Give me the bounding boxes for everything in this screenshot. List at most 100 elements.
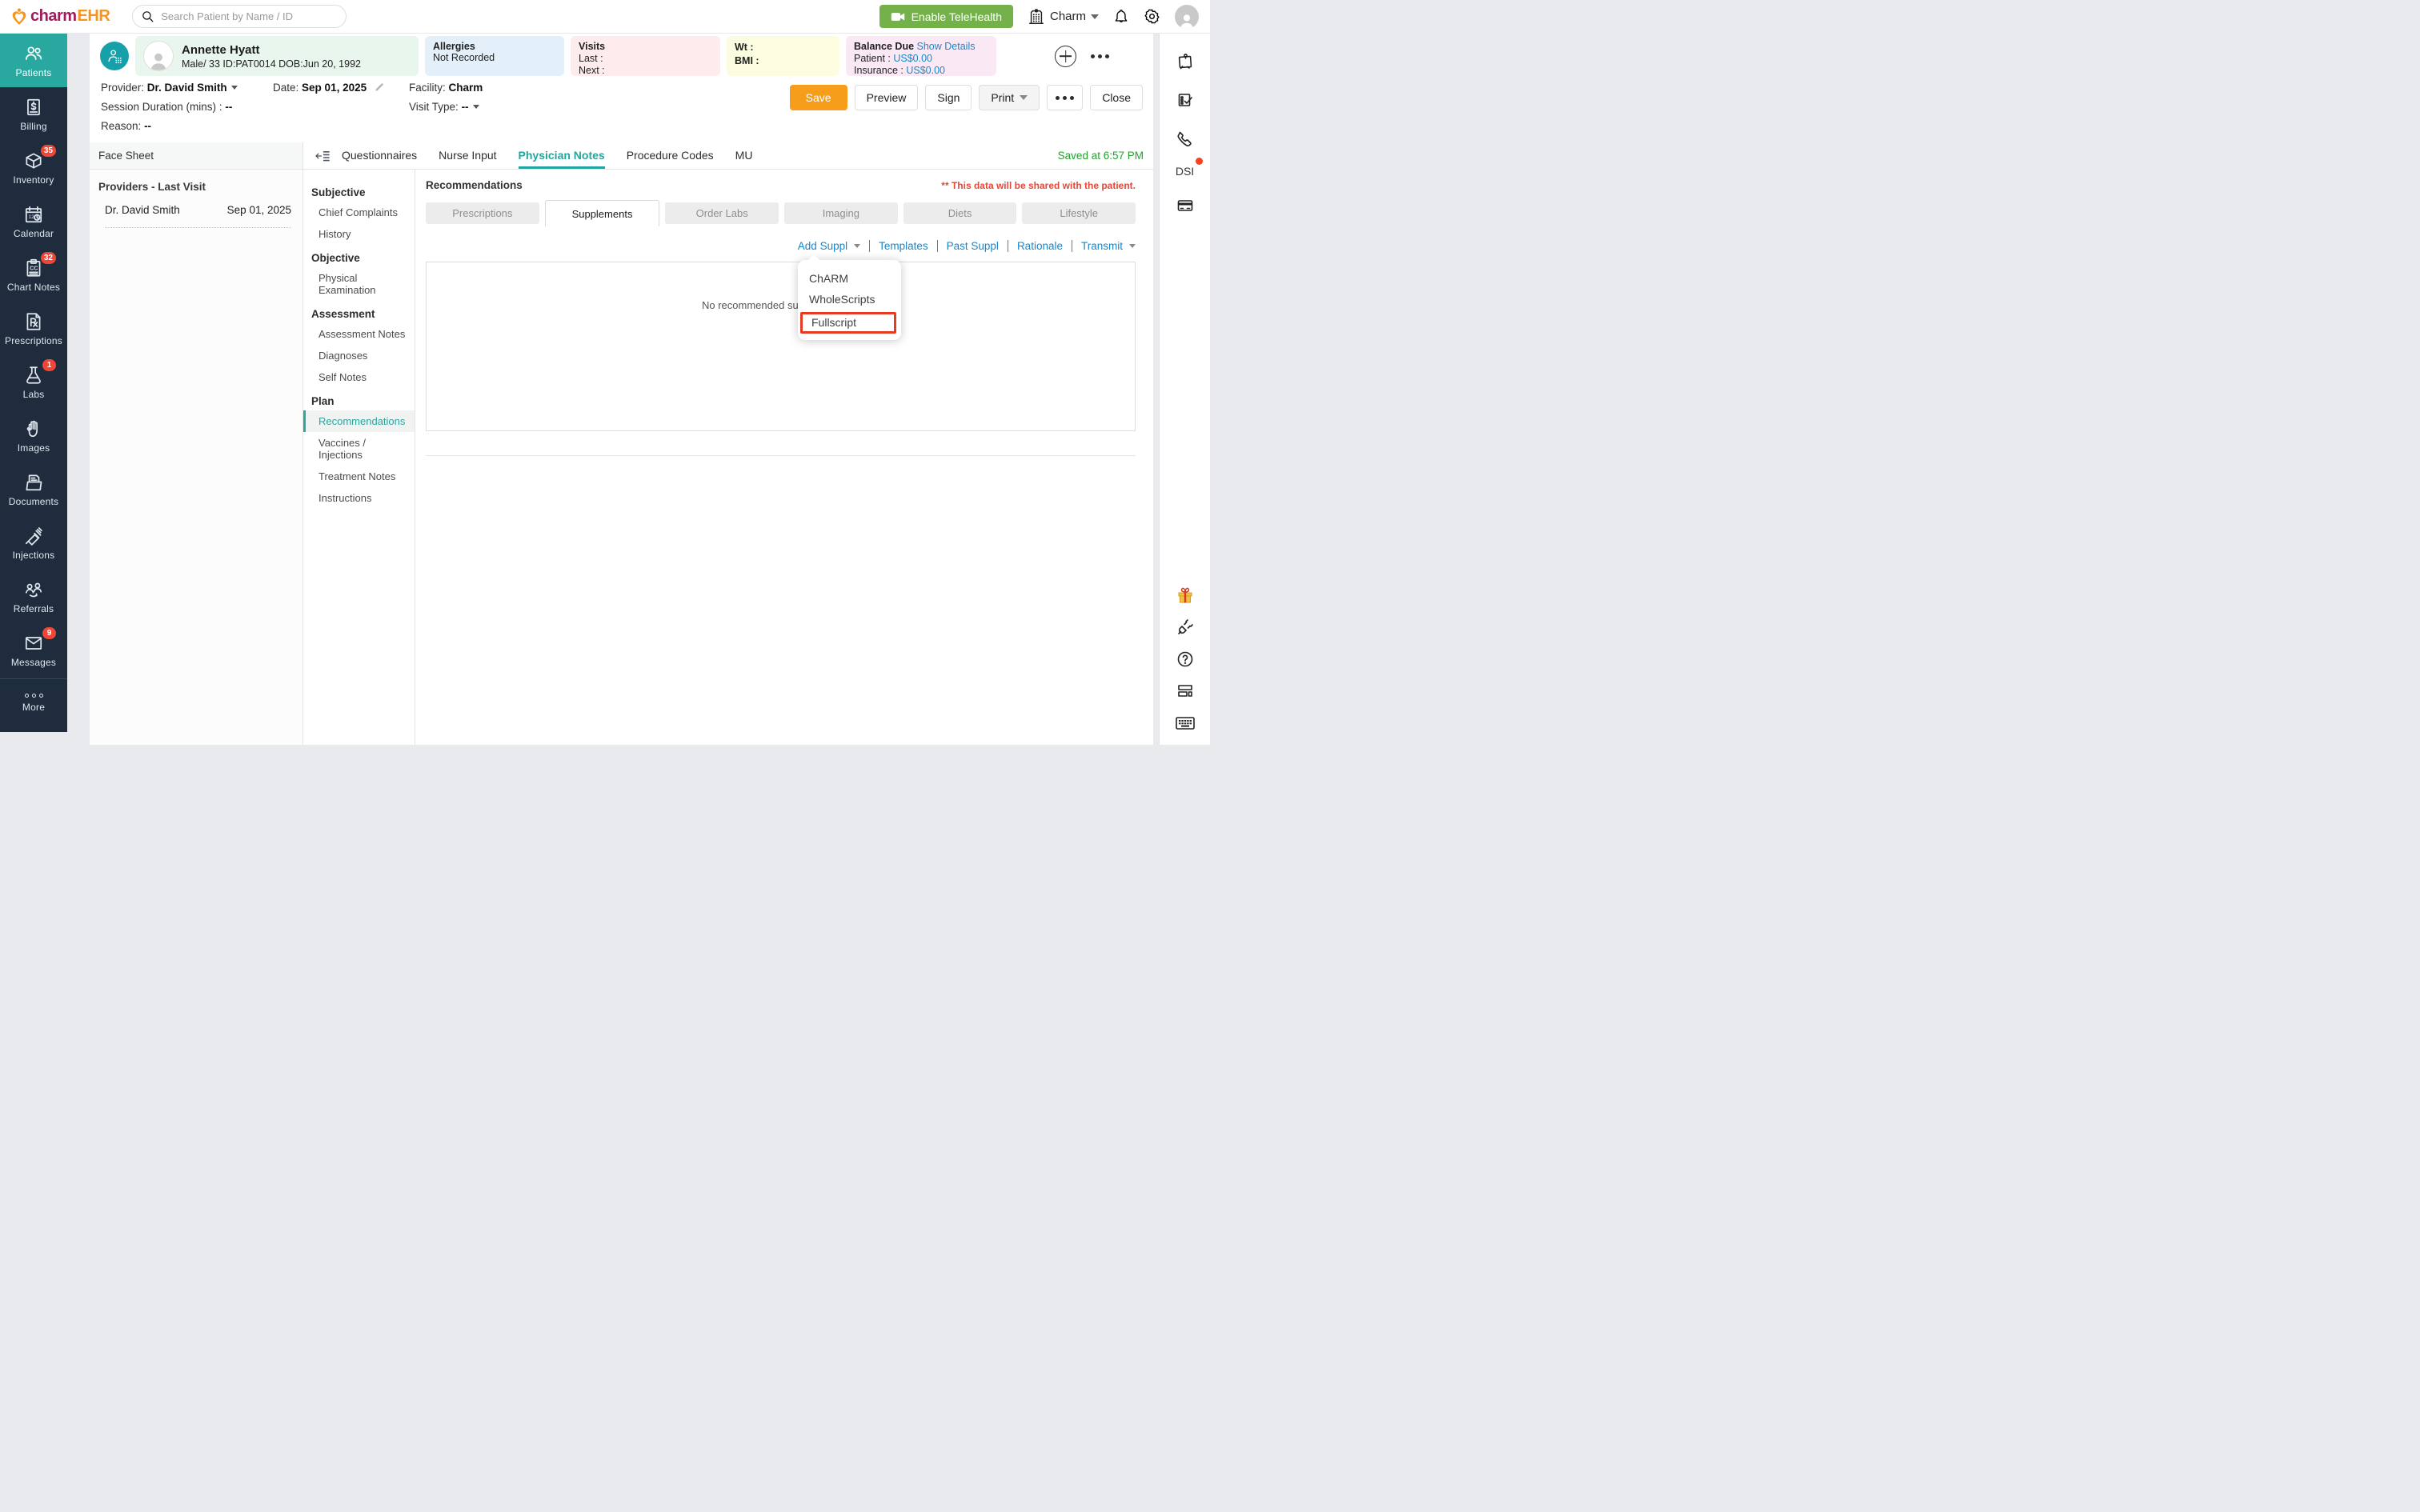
tasks-checklist-icon[interactable] (1175, 90, 1196, 110)
charm-ehr-app: charm EHR Enable TeleHealth (0, 0, 1210, 756)
facility-switcher[interactable]: Charm (1028, 8, 1099, 26)
rewards-gift-icon[interactable] (1175, 585, 1196, 606)
balance-card[interactable]: Balance Due Show Details Patient : US$0.… (846, 36, 996, 76)
preview-button[interactable]: Preview (855, 85, 919, 110)
layout-panels-icon[interactable] (1175, 681, 1196, 702)
subtab-order-labs[interactable]: Order Labs (665, 202, 779, 224)
encounter-actions: Save Preview Sign Print Close (790, 85, 1143, 110)
templates-link[interactable]: Templates (869, 240, 937, 252)
user-avatar[interactable] (1175, 5, 1199, 29)
subtab-prescriptions[interactable]: Prescriptions (426, 202, 539, 224)
collapse-panel-icon[interactable] (315, 142, 331, 169)
tab-nurse-input[interactable]: Nurse Input (439, 142, 496, 169)
tab-procedure-codes[interactable]: Procedure Codes (627, 142, 714, 169)
sidebar-item-inventory[interactable]: 35 Inventory (0, 141, 67, 194)
xray-hand-icon (23, 418, 44, 439)
main-panel: Annette Hyatt Male/ 33 ID:PAT0014 DOB:Ju… (90, 34, 1153, 745)
add-suppl-dropdown: ChARM WholeScripts Fullscript (798, 260, 901, 340)
provider-field[interactable]: Provider: Dr. David Smith (101, 82, 273, 99)
empty-state-text: No recommended su (702, 299, 799, 311)
nav-item-treatment-notes[interactable]: Treatment Notes (303, 466, 415, 487)
sidebar-item-messages[interactable]: 9 Messages (0, 623, 67, 677)
allergies-card[interactable]: Allergies Not Recorded (425, 36, 564, 76)
visits-last: Last : (579, 53, 712, 65)
section-assessment: Assessment (311, 308, 415, 320)
transmit-link[interactable]: Transmit (1072, 240, 1136, 252)
sidebar-item-documents[interactable]: Documents (0, 462, 67, 516)
sidebar-item-prescriptions[interactable]: Prescriptions (0, 302, 67, 355)
subtab-diets[interactable]: Diets (903, 202, 1017, 224)
quick-add-button[interactable] (1055, 46, 1076, 67)
tab-questionnaires[interactable]: Questionnaires (342, 142, 417, 169)
dropdown-item-wholescripts[interactable]: WholeScripts (798, 289, 901, 310)
date-field[interactable]: Date: Sep 01, 2025 (273, 82, 409, 99)
notifications-bell-icon[interactable] (1113, 8, 1129, 26)
section-plan: Plan (311, 395, 415, 407)
referrals-icon (23, 579, 44, 600)
patient-contact-icon[interactable] (100, 42, 129, 70)
visits-card[interactable]: Visits Last : Next : (571, 36, 720, 76)
dsi-label[interactable]: DSI (1176, 165, 1194, 178)
date-value: Sep 01, 2025 (302, 82, 367, 94)
chevron-down-icon (473, 105, 479, 109)
recommendations-content: Recommendations ** This data will be sha… (415, 170, 1153, 745)
sidebar-item-patients[interactable]: Patients (0, 34, 67, 87)
nav-item-self-notes[interactable]: Self Notes (303, 366, 415, 388)
encounter-header: Provider: Dr. David Smith Date: Sep 01, … (90, 78, 1153, 142)
labs-badge: 1 (42, 359, 56, 371)
nav-item-history[interactable]: History (303, 223, 415, 245)
chevron-down-icon (231, 86, 238, 90)
help-icon[interactable] (1175, 649, 1196, 670)
subtab-imaging[interactable]: Imaging (784, 202, 898, 224)
tab-mu[interactable]: MU (735, 142, 753, 169)
nav-item-chief-complaints[interactable]: Chief Complaints (303, 202, 415, 223)
rationale-link[interactable]: Rationale (1008, 240, 1072, 252)
save-button[interactable]: Save (790, 85, 847, 110)
credit-card-icon[interactable] (1175, 195, 1196, 216)
sidebar-item-referrals[interactable]: Referrals (0, 570, 67, 623)
nav-item-physical-examination[interactable]: Physical Examination (303, 267, 415, 301)
dropdown-item-charm[interactable]: ChARM (798, 268, 901, 289)
nav-item-recommendations[interactable]: Recommendations (303, 410, 415, 432)
sidebar-item-injections[interactable]: Injections (0, 516, 67, 570)
nav-item-assessment-notes[interactable]: Assessment Notes (303, 323, 415, 345)
search-input[interactable] (161, 10, 338, 22)
past-suppl-link[interactable]: Past Suppl (937, 240, 1008, 252)
add-suppl-link[interactable]: Add Suppl (789, 240, 869, 252)
more-actions-button[interactable] (1047, 85, 1083, 110)
integrations-plug-icon[interactable] (1175, 617, 1196, 638)
patient-summary-card[interactable]: Annette Hyatt Male/ 33 ID:PAT0014 DOB:Ju… (135, 36, 419, 76)
patient-more-actions-button[interactable] (1091, 54, 1109, 58)
nav-item-diagnoses[interactable]: Diagnoses (303, 345, 415, 366)
keyboard-shortcuts-icon[interactable] (1175, 713, 1196, 734)
nav-item-vaccines-injections[interactable]: Vaccines / Injections (303, 432, 415, 466)
sidebar-item-chart-notes[interactable]: CC 32 Chart Notes (0, 248, 67, 302)
show-details-link[interactable]: Show Details (917, 41, 976, 52)
sidebar-item-more[interactable]: More (0, 678, 67, 726)
phone-icon[interactable] (1175, 128, 1196, 149)
vitals-card[interactable]: Wt : BMI : (727, 36, 839, 76)
sidebar-item-labs[interactable]: 1 Labs (0, 355, 67, 409)
section-subjective: Subjective (311, 186, 415, 198)
chevron-down-icon (854, 244, 860, 248)
settings-gear-icon[interactable] (1144, 8, 1160, 25)
sidebar-item-billing[interactable]: Billing (0, 87, 67, 141)
nav-item-instructions[interactable]: Instructions (303, 487, 415, 509)
patient-bar: Annette Hyatt Male/ 33 ID:PAT0014 DOB:Ju… (90, 34, 1153, 78)
print-button[interactable]: Print (979, 85, 1040, 110)
close-button[interactable]: Close (1090, 85, 1143, 110)
subtab-supplements[interactable]: Supplements (545, 200, 660, 226)
session-duration-field: Session Duration (mins) : -- (101, 101, 409, 118)
sign-button[interactable]: Sign (925, 85, 972, 110)
charm-logo: charm EHR (11, 7, 110, 26)
sticky-note-icon[interactable] (1175, 51, 1196, 72)
tab-physician-notes[interactable]: Physician Notes (519, 142, 605, 169)
sidebar-item-calendar[interactable]: 12 Calendar (0, 194, 67, 248)
patient-search[interactable] (132, 5, 347, 28)
edit-date-pencil-icon[interactable] (374, 82, 385, 93)
dropdown-item-fullscript[interactable]: Fullscript (803, 314, 894, 331)
sidebar-item-images[interactable]: Images (0, 409, 67, 462)
provider-visit-row[interactable]: Dr. David Smith Sep 01, 2025 (105, 204, 291, 228)
subtab-lifestyle[interactable]: Lifestyle (1022, 202, 1136, 224)
enable-telehealth-button[interactable]: Enable TeleHealth (879, 5, 1013, 28)
